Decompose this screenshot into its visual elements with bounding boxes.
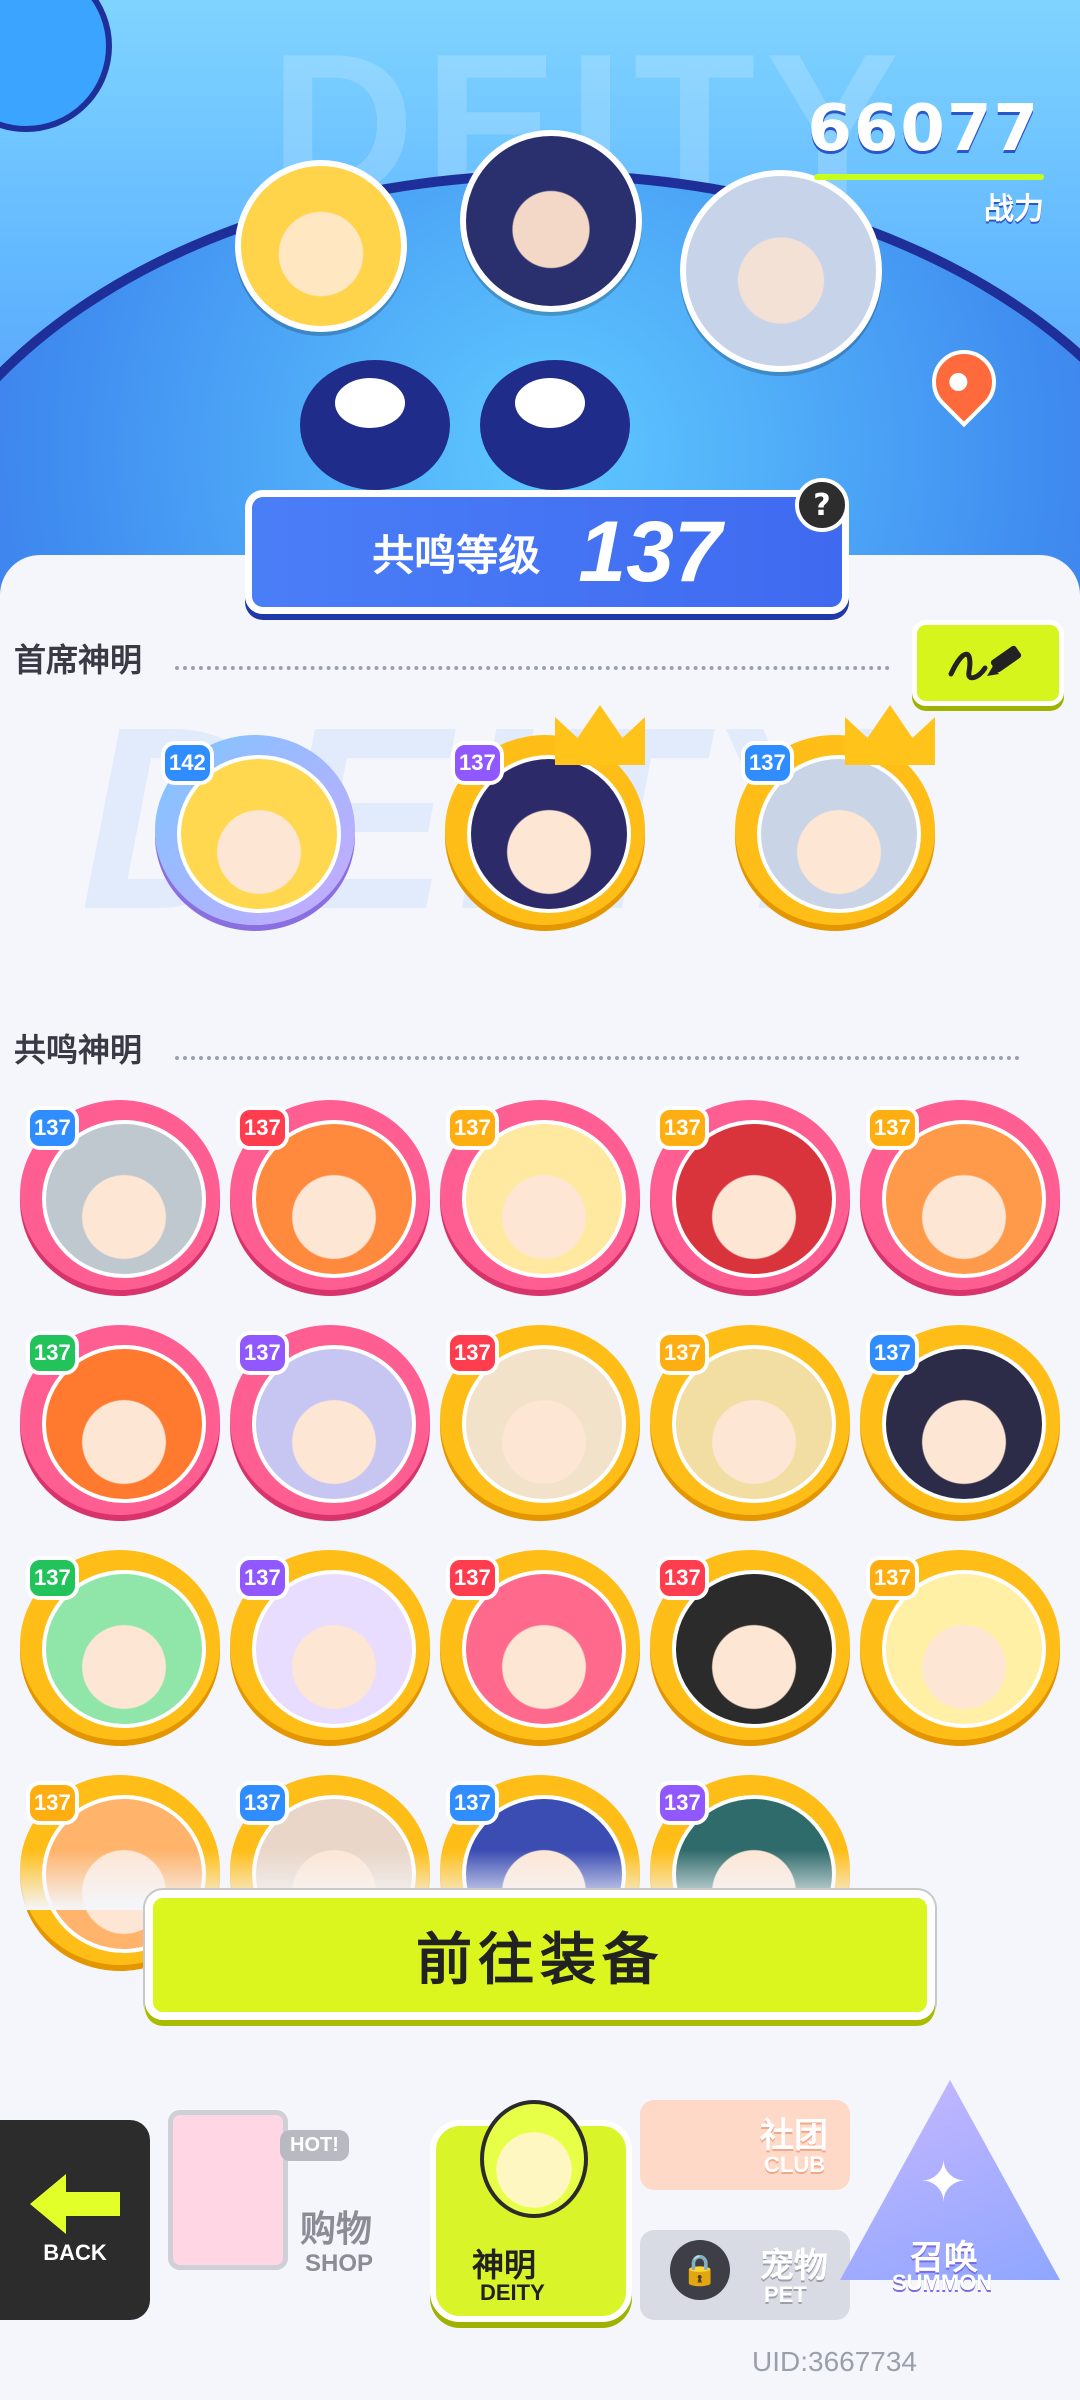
user-id: UID:3667734 — [752, 2346, 918, 2377]
level-badge: 137 — [656, 1556, 709, 1600]
resonance-deity-title: 共鸣神明 — [14, 1031, 143, 1069]
go-equip-button[interactable]: 前往装备 — [145, 1890, 935, 2020]
resonance-deity-card[interactable]: 137 — [440, 1100, 640, 1290]
level-badge: 137 — [236, 1781, 289, 1825]
resonance-deity-card[interactable]: 137 — [650, 1100, 850, 1290]
level-badge: 137 — [26, 1106, 79, 1150]
back-label: BACK — [43, 2240, 107, 2265]
resonance-deity-card[interactable]: 137 — [440, 1325, 640, 1515]
resonance-deity-card[interactable]: 137 — [230, 1325, 430, 1515]
chief-deity-card[interactable]: 137 — [445, 705, 645, 925]
resonance-deity-card[interactable]: 137 — [440, 1550, 640, 1740]
level-badge: 142 — [161, 741, 214, 785]
level-badge: 137 — [446, 1331, 499, 1375]
shop-sublabel: SHOP — [305, 2250, 374, 2277]
resonance-level-banner: 共鸣等级 137 — [245, 490, 849, 614]
resonance-deity-card[interactable]: 137 — [20, 1325, 220, 1515]
lock-icon: 🔒 — [670, 2240, 730, 2300]
level-badge: 137 — [26, 1781, 79, 1825]
pet-sublabel: PET — [764, 2282, 807, 2307]
chief-deity-card[interactable]: 142 — [155, 735, 355, 925]
resonance-deity-card[interactable]: 137 — [860, 1325, 1060, 1515]
nav-summon[interactable]: ✦ 召唤 SUMMON — [830, 2070, 1070, 2330]
level-badge: 137 — [866, 1556, 919, 1600]
resonance-deity-card[interactable]: 137 — [20, 1550, 220, 1740]
deity-tab-sublabel: DEITY — [480, 2280, 545, 2305]
back-button[interactable]: BACK — [0, 2120, 150, 2320]
level-badge: 137 — [451, 741, 504, 785]
resonance-deity-card[interactable]: 137 — [860, 1550, 1060, 1740]
shop-label: 购物 — [300, 2209, 373, 2250]
shop-hot-badge: HOT! — [280, 2130, 349, 2161]
planet-eye-left — [300, 360, 450, 490]
nav-deity[interactable]: 神明 DEITY — [420, 2080, 632, 2340]
level-badge: 137 — [236, 1331, 289, 1375]
level-badge: 137 — [26, 1331, 79, 1375]
power-value: 66077 — [807, 92, 1040, 166]
summon-sublabel: SUMMON — [892, 2270, 993, 2295]
level-badge: 137 — [866, 1106, 919, 1150]
planet-eye-right — [480, 360, 630, 490]
level-badge: 137 — [26, 1556, 79, 1600]
team-character-1[interactable] — [235, 160, 407, 332]
power-label: 战力 — [984, 192, 1044, 227]
resonance-deity-card[interactable]: 137 — [230, 1100, 430, 1290]
club-label: 社团 — [760, 2116, 828, 2156]
level-badge: 137 — [236, 1106, 289, 1150]
nav-shop[interactable]: HOT! 购物 SHOP — [160, 2090, 410, 2320]
pet-label: 宠物 — [760, 2246, 828, 2286]
pencil-icon — [948, 645, 1022, 681]
resonance-title-divider — [175, 1056, 1020, 1060]
help-icon[interactable]: ? — [795, 478, 849, 532]
bottom-nav: BACK HOT! 购物 SHOP 神明 DEITY 社团 CLUB 🔒 宠物 … — [0, 2050, 1080, 2400]
level-badge: 137 — [446, 1106, 499, 1150]
resonance-deity-card[interactable]: 137 — [650, 1325, 850, 1515]
resonance-level-label: 共鸣等级 — [372, 530, 541, 580]
team-character-2[interactable] — [460, 130, 642, 312]
level-badge: 137 — [446, 1781, 499, 1825]
deity-mascot-icon — [480, 2100, 588, 2218]
level-badge: 137 — [446, 1556, 499, 1600]
level-badge: 137 — [656, 1106, 709, 1150]
chief-deity-card[interactable]: 137 — [735, 705, 935, 925]
planet-icon — [0, 0, 112, 132]
resonance-level-value: 137 — [578, 503, 722, 600]
team-character-3[interactable] — [680, 170, 882, 372]
back-arrow-icon — [30, 2174, 120, 2234]
level-badge: 137 — [656, 1331, 709, 1375]
level-badge: 137 — [236, 1556, 289, 1600]
resonance-deity-card[interactable]: 137 — [230, 1550, 430, 1740]
vending-machine-icon — [168, 2110, 288, 2270]
level-badge: 137 — [866, 1331, 919, 1375]
resonance-deity-card[interactable]: 137 — [20, 1100, 220, 1290]
level-badge: 137 — [741, 741, 794, 785]
resonance-deity-card[interactable]: 137 — [650, 1550, 850, 1740]
resonance-deity-card[interactable]: 137 — [860, 1100, 1060, 1290]
level-badge: 137 — [656, 1781, 709, 1825]
power-underline — [814, 174, 1044, 180]
sparkle-icon: ✦ — [920, 2150, 967, 2215]
club-sublabel: CLUB — [764, 2152, 826, 2177]
edit-button[interactable] — [912, 620, 1064, 706]
